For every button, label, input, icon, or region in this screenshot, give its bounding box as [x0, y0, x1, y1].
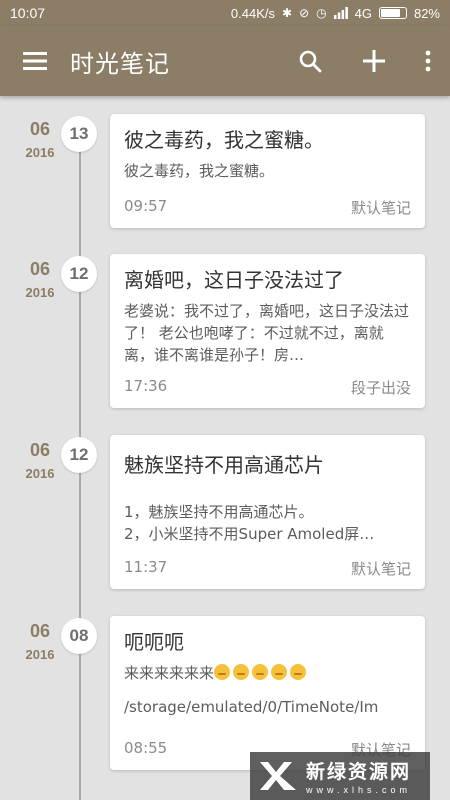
note-title: 离婚吧，这日子没法过了	[124, 268, 344, 292]
entry-date: 06 2016	[14, 440, 66, 481]
emoji-face-icon	[214, 664, 231, 680]
entry-date: 06 2016	[14, 119, 66, 160]
entry-date: 06 2016	[14, 621, 66, 662]
page-title: 时光笔记	[70, 49, 170, 78]
note-card[interactable]: 呃呃呃 来来来来来来 /storage/emulated/0/TimeNote/…	[110, 616, 425, 770]
note-time: 08:55	[124, 739, 168, 757]
note-title: 魅族坚持不用高通芯片	[124, 453, 324, 477]
alarm-icon: ⊘	[299, 6, 310, 20]
search-button[interactable]	[278, 26, 342, 96]
add-button[interactable]	[342, 26, 406, 96]
watermark: 新绿资源网 www.xlhs.com	[250, 752, 430, 800]
note-title: 呃呃呃	[124, 630, 184, 654]
note-body: 1，魅族坚持不用高通芯片。 2，小米坚持不用Super Amoled屏…	[124, 501, 411, 545]
entry-day: 12	[61, 437, 97, 473]
status-right: 0.44K/s ✱ ⊘ ◷ 4G 82%	[231, 6, 440, 21]
note-card[interactable]: 离婚吧，这日子没法过了 老婆说：我不过了，离婚吧，这日子没法过了！ 老公也咆哮了…	[110, 254, 425, 408]
entry-month: 06	[29, 440, 51, 460]
note-body: 老婆说：我不过了，离婚吧，这日子没法过了！ 老公也咆哮了：不过就不过，离就离，谁…	[124, 302, 410, 364]
more-button[interactable]	[406, 26, 450, 96]
note-body-text: 来来来来来来	[124, 664, 215, 682]
entry-year: 2016	[25, 285, 55, 300]
add-icon	[363, 50, 385, 72]
note-body: 彼之毒药，我之蜜糖。	[124, 162, 275, 180]
watermark-text: 新绿资源网 www.xlhs.com	[306, 757, 411, 795]
network-speed: 0.44K/s	[230, 5, 276, 21]
note-footer: 17:36 段子出没	[124, 377, 411, 398]
status-bar: 10:07 0.44K/s ✱ ⊘ ◷ 4G 82%	[0, 0, 450, 26]
entry-year: 2016	[25, 145, 55, 160]
watermark-logo-icon	[260, 762, 296, 790]
emoji-row	[214, 664, 309, 682]
more-icon	[425, 50, 431, 72]
emoji-face-icon	[233, 664, 250, 680]
watermark-main: 新绿资源网	[306, 761, 412, 783]
search-icon	[299, 50, 322, 73]
note-footer: 09:57 默认笔记	[124, 197, 411, 218]
entry-month: 06	[29, 259, 51, 279]
note-attachment-path: /storage/emulated/0/TimeNote/Im	[124, 698, 379, 716]
network-type: 4G	[354, 5, 372, 21]
entry-day: 08	[61, 618, 97, 654]
note-body-line: 1，魅族坚持不用高通芯片。	[124, 503, 314, 521]
entry-date: 06 2016	[14, 259, 66, 300]
note-body: 来来来来来来	[124, 662, 411, 684]
note-body-line: 2，小米坚持不用Super Amoled屏…	[124, 525, 375, 543]
note-card[interactable]: 彼之毒药，我之蜜糖。 彼之毒药，我之蜜糖。 09:57 默认笔记	[110, 114, 425, 228]
note-footer: 11:37 默认笔记	[124, 558, 411, 579]
battery-percent: 82%	[413, 5, 440, 21]
note-category: 默认笔记	[350, 199, 411, 217]
clock-icon: ◷	[316, 6, 327, 20]
status-time: 10:07	[10, 5, 46, 21]
entry-year: 2016	[25, 466, 55, 481]
note-time: 09:57	[124, 197, 168, 215]
note-category: 默认笔记	[350, 560, 411, 578]
emoji-face-icon	[271, 664, 288, 680]
battery-icon	[378, 7, 407, 19]
signal-icon	[333, 7, 348, 19]
emoji-face-icon	[290, 664, 307, 680]
bluetooth-icon: ✱	[282, 6, 293, 20]
appbar-actions	[278, 26, 450, 96]
watermark-sub: www.xlhs.com	[306, 785, 412, 795]
menu-button[interactable]	[0, 26, 70, 96]
entry-year: 2016	[25, 647, 55, 662]
menu-icon	[23, 52, 47, 70]
note-category: 段子出没	[350, 379, 411, 397]
note-time: 17:36	[124, 377, 168, 395]
entry-month: 06	[29, 621, 51, 641]
entry-month: 06	[29, 119, 51, 139]
entry-day: 12	[61, 256, 97, 292]
entry-day: 13	[61, 116, 97, 152]
note-title: 彼之毒药，我之蜜糖。	[124, 128, 324, 152]
emoji-face-icon	[252, 664, 269, 680]
app-bar: 时光笔记	[0, 26, 450, 96]
note-card[interactable]: 魅族坚持不用高通芯片 1，魅族坚持不用高通芯片。 2，小米坚持不用Super A…	[110, 435, 425, 589]
note-time: 11:37	[124, 558, 168, 576]
